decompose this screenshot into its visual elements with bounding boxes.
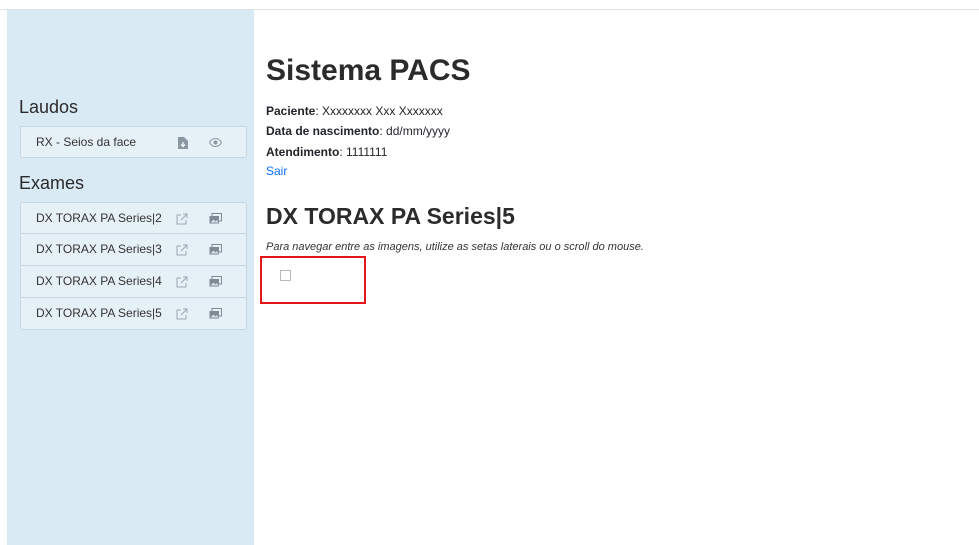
image-placeholder[interactable] (280, 270, 291, 281)
external-link-icon[interactable] (176, 298, 188, 329)
exames-heading: Exames (19, 173, 85, 193)
eye-icon[interactable] (209, 127, 222, 158)
laudos-list: RX - Seios da face (20, 126, 247, 158)
external-link-icon[interactable] (176, 234, 188, 265)
exame-item-label: DX TORAX PA Series|2 (36, 211, 162, 225)
images-icon[interactable] (209, 203, 222, 234)
atendimento-label: Atendimento (266, 145, 340, 159)
external-link-icon[interactable] (176, 203, 188, 234)
exame-item[interactable]: DX TORAX PA Series|3 (20, 234, 247, 266)
exame-item[interactable]: DX TORAX PA Series|5 (20, 298, 247, 330)
dob-value: : dd/mm/yyyy (379, 124, 451, 138)
exame-item[interactable]: DX TORAX PA Series|2 (20, 202, 247, 234)
series-title: DX TORAX PA Series|5 (266, 203, 515, 229)
exame-item[interactable]: DX TORAX PA Series|4 (20, 266, 247, 298)
patient-value: : Xxxxxxxx Xxx Xxxxxxx (315, 104, 443, 118)
logout-link[interactable]: Sair (266, 164, 287, 178)
laudos-heading: Laudos (19, 97, 79, 117)
atendimento-value: : 1111111 (339, 145, 388, 159)
file-download-icon[interactable] (178, 127, 188, 158)
dob-info: Data de nascimento: dd/mm/yyyy (266, 124, 450, 138)
atendimento-info: Atendimento: 1111111 (266, 145, 387, 159)
exame-item-label: DX TORAX PA Series|5 (36, 306, 162, 320)
external-link-icon[interactable] (176, 266, 188, 297)
exames-list: DX TORAX PA Series|2 DX TORAX PA Series|… (20, 202, 247, 330)
patient-info: Paciente: Xxxxxxxx Xxx Xxxxxxx (266, 104, 443, 118)
laudo-item-label: RX - Seios da face (36, 135, 137, 149)
images-icon[interactable] (209, 266, 222, 297)
page-title: Sistema PACS (266, 54, 471, 87)
dob-label: Data de nascimento (266, 124, 380, 138)
sidebar: Laudos RX - Seios da face Exames DX TORA… (7, 10, 254, 545)
patient-label: Paciente (266, 104, 316, 118)
exame-item-label: DX TORAX PA Series|3 (36, 242, 162, 256)
highlight-box (260, 256, 366, 304)
images-icon[interactable] (209, 298, 222, 329)
laudo-item[interactable]: RX - Seios da face (20, 126, 247, 158)
exame-item-label: DX TORAX PA Series|4 (36, 274, 162, 288)
navigation-hint: Para navegar entre as imagens, utilize a… (266, 241, 644, 253)
images-icon[interactable] (209, 234, 222, 265)
